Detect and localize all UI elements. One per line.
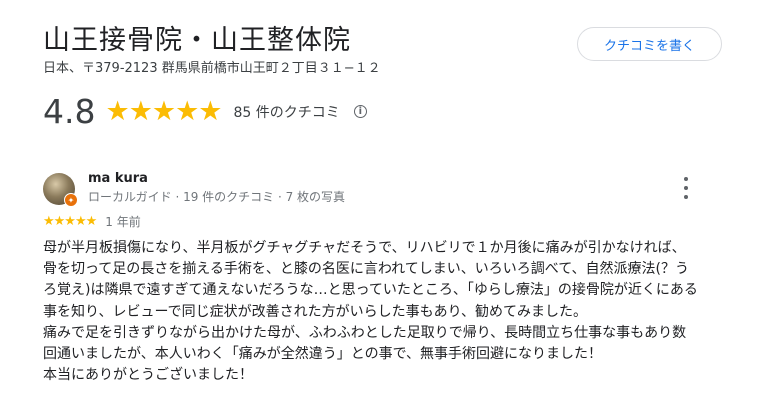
place-title: 山王接骨院・山王整体院 (43, 25, 351, 56)
write-review-button[interactable]: クチコミを書く (577, 27, 722, 61)
review-text: 母が半月板損傷になり、半月板がグチャグチャだそうで、リハビリで１か月後に痛みが引… (43, 240, 698, 384)
more-options-icon[interactable] (676, 177, 696, 199)
reviewer-meta: ローカルガイド · 19 件のクチコミ · 7 枚の写真 (88, 190, 346, 204)
place-address: 日本、〒379-2123 群馬県前橋市山王町２丁目３１−１２ (43, 61, 381, 76)
average-rating: 4.8 (43, 92, 96, 131)
review-stars-icon: ★★★★★ (43, 214, 97, 229)
review-date: 1 年前 (105, 215, 141, 229)
rating-summary: 4.8 ★★★★★ 85 件のクチコミ i (43, 92, 367, 131)
review-count[interactable]: 85 件のクチコミ (234, 102, 340, 122)
review-rating-row: ★★★★★ 1 年前 (43, 213, 141, 230)
local-guide-badge-icon: ✦ (64, 193, 78, 207)
reviewer-name[interactable]: ma kura (88, 171, 148, 186)
rating-stars-icon: ★★★★★ (105, 96, 222, 127)
reviewer-avatar[interactable]: ✦ (43, 173, 78, 207)
info-icon[interactable]: i (353, 105, 367, 118)
